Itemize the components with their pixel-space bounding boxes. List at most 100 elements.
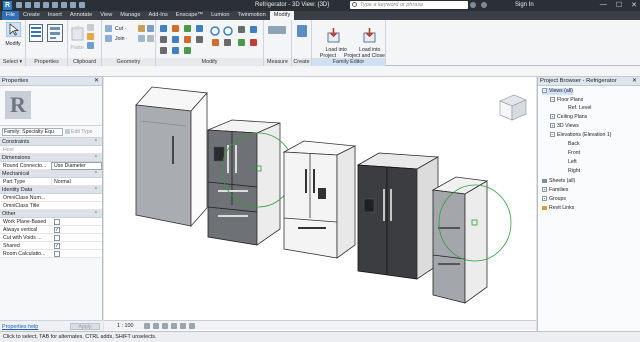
close-button[interactable]: ✕ bbox=[631, 1, 637, 9]
type-properties-icon[interactable] bbox=[47, 24, 63, 42]
search-input[interactable]: Type a keyword or phrase bbox=[350, 1, 468, 9]
round-connector-dropdown[interactable]: Use Diameter bbox=[51, 162, 102, 170]
properties-help-link[interactable]: Properties help bbox=[2, 324, 38, 330]
family-selector[interactable]: Family: Specialty Equ bbox=[2, 128, 63, 136]
open-icon[interactable] bbox=[16, 2, 22, 8]
sign-in-button[interactable]: Sign In bbox=[515, 2, 534, 8]
shared-checkbox[interactable]: ✓ bbox=[54, 243, 60, 249]
expand-icon[interactable]: + bbox=[542, 196, 547, 202]
save-icon[interactable] bbox=[25, 2, 31, 8]
tree-item-3d-views[interactable]: +3D Views bbox=[550, 123, 579, 130]
tab-view[interactable]: View bbox=[96, 11, 116, 20]
temporary-hide-icon[interactable] bbox=[189, 323, 195, 329]
always-vertical-checkbox[interactable]: ✓ bbox=[54, 227, 60, 233]
visual-style-icon[interactable] bbox=[153, 323, 159, 329]
tree-item-sheets[interactable]: Sheets (all) bbox=[542, 178, 575, 185]
measure-icon[interactable] bbox=[268, 26, 286, 34]
join-icon[interactable] bbox=[105, 35, 112, 42]
paste-button[interactable]: Paste bbox=[70, 26, 84, 51]
apply-button[interactable]: Apply bbox=[70, 323, 100, 330]
collapse-icon[interactable]: − bbox=[542, 88, 547, 94]
section-dimensions[interactable]: Dimensions ⌃ bbox=[0, 154, 102, 162]
part-type-value[interactable]: Normal bbox=[51, 178, 102, 186]
tree-item-elevations[interactable]: − Elevations (Elevation 1) bbox=[550, 132, 612, 139]
sun-path-icon[interactable] bbox=[162, 323, 168, 329]
tree-item-ceiling-plans[interactable]: + Ceiling Plans bbox=[550, 114, 587, 121]
redo-icon[interactable] bbox=[43, 2, 49, 8]
close-icon[interactable]: ✕ bbox=[94, 77, 99, 86]
tree-item-floor-plans[interactable]: − Floor Plans bbox=[550, 97, 583, 104]
refrigerator-2[interactable] bbox=[207, 119, 295, 246]
tab-insert[interactable]: Insert bbox=[44, 11, 66, 20]
3d-viewport[interactable] bbox=[104, 77, 536, 331]
copy-icon[interactable] bbox=[87, 24, 94, 31]
collapse-icon[interactable]: − bbox=[550, 132, 555, 138]
collapse-icon[interactable]: − bbox=[550, 97, 555, 103]
cope-icon[interactable] bbox=[105, 25, 112, 32]
tree-item-families[interactable]: + Families bbox=[542, 187, 568, 194]
type-selector[interactable]: R bbox=[0, 86, 102, 126]
edit-type-button[interactable]: Edit Type bbox=[65, 128, 100, 136]
match-properties-icon[interactable] bbox=[87, 42, 94, 49]
split-face-icon[interactable] bbox=[147, 25, 154, 32]
app-logo-icon[interactable]: R bbox=[3, 1, 12, 10]
tree-item-front[interactable]: Front bbox=[568, 150, 580, 157]
3d-view-icon[interactable] bbox=[79, 2, 85, 8]
crop-view-icon[interactable] bbox=[180, 323, 186, 329]
section-other[interactable]: Other ⌃ bbox=[0, 210, 102, 218]
expand-icon[interactable]: + bbox=[542, 187, 547, 193]
view-cube-icon[interactable] bbox=[499, 94, 527, 121]
tree-item-right[interactable]: Right bbox=[568, 168, 580, 175]
paint-icon[interactable] bbox=[138, 35, 145, 42]
section-identity-data[interactable]: Identity Data ⌃ bbox=[0, 186, 102, 194]
tab-enscape[interactable]: Enscape™ bbox=[172, 11, 207, 20]
cut-with-voids-checkbox[interactable] bbox=[54, 235, 60, 241]
room-calculation-checkbox[interactable] bbox=[54, 251, 60, 257]
create-group-icon[interactable] bbox=[297, 25, 307, 37]
print-icon[interactable] bbox=[52, 2, 58, 8]
tab-manage[interactable]: Manage bbox=[116, 11, 144, 20]
maximize-button[interactable]: ☐ bbox=[616, 1, 622, 9]
wall-joins-icon[interactable] bbox=[138, 25, 145, 32]
tree-item-left[interactable]: Left bbox=[568, 159, 577, 166]
text-icon[interactable] bbox=[70, 2, 76, 8]
work-plane-based-checkbox[interactable] bbox=[54, 219, 60, 225]
binoculars-icon[interactable] bbox=[470, 2, 476, 8]
detail-level-icon[interactable] bbox=[144, 323, 150, 329]
select-dropdown[interactable]: Select ▾ bbox=[0, 58, 25, 66]
close-icon[interactable]: ✕ bbox=[632, 77, 637, 86]
tab-annotate[interactable]: Annotate bbox=[66, 11, 96, 20]
tab-create[interactable]: Create bbox=[19, 11, 44, 20]
refrigerator-3[interactable] bbox=[282, 140, 357, 259]
measure-icon[interactable] bbox=[61, 2, 67, 8]
tab-lumion[interactable]: Lumion bbox=[207, 11, 233, 20]
join-label[interactable]: Join · bbox=[115, 36, 128, 42]
modify-button[interactable]: Modify bbox=[2, 21, 24, 47]
tree-item-groups[interactable]: + Groups bbox=[542, 196, 566, 203]
section-mechanical[interactable]: Mechanical ⌃ bbox=[0, 170, 102, 178]
tree-item-back[interactable]: Back bbox=[568, 141, 580, 148]
undo-icon[interactable] bbox=[34, 2, 40, 8]
refrigerator-4[interactable] bbox=[356, 152, 440, 280]
tab-twinmotion[interactable]: Twinmotion bbox=[233, 11, 269, 20]
cut-label[interactable]: Cut · bbox=[115, 26, 126, 32]
section-constraints[interactable]: Constraints ⌃ bbox=[0, 138, 102, 146]
tree-item-ref-level[interactable]: Ref. Level bbox=[568, 105, 591, 112]
minimize-button[interactable]: — bbox=[600, 1, 607, 9]
modify-tools-icons[interactable] bbox=[160, 23, 260, 57]
tab-modify[interactable]: Modify bbox=[269, 11, 295, 20]
tree-item-revit-links[interactable]: Revit Links bbox=[542, 205, 574, 212]
demolish-icon[interactable] bbox=[147, 35, 154, 42]
refrigerator-1[interactable] bbox=[135, 86, 208, 228]
refrigerator-5[interactable] bbox=[431, 176, 512, 304]
3d-view-canvas[interactable] bbox=[104, 77, 536, 320]
shadows-icon[interactable] bbox=[171, 323, 177, 329]
cut-icon[interactable] bbox=[87, 33, 94, 40]
tree-item-views-all[interactable]: − Views (all) bbox=[542, 88, 573, 95]
star-icon[interactable] bbox=[481, 2, 487, 8]
expand-icon[interactable]: + bbox=[550, 114, 555, 120]
tab-file[interactable]: File bbox=[2, 11, 20, 20]
properties-icon[interactable] bbox=[29, 24, 43, 42]
expand-icon[interactable]: + bbox=[550, 123, 555, 129]
view-scale[interactable]: 1 : 100 bbox=[117, 323, 134, 329]
